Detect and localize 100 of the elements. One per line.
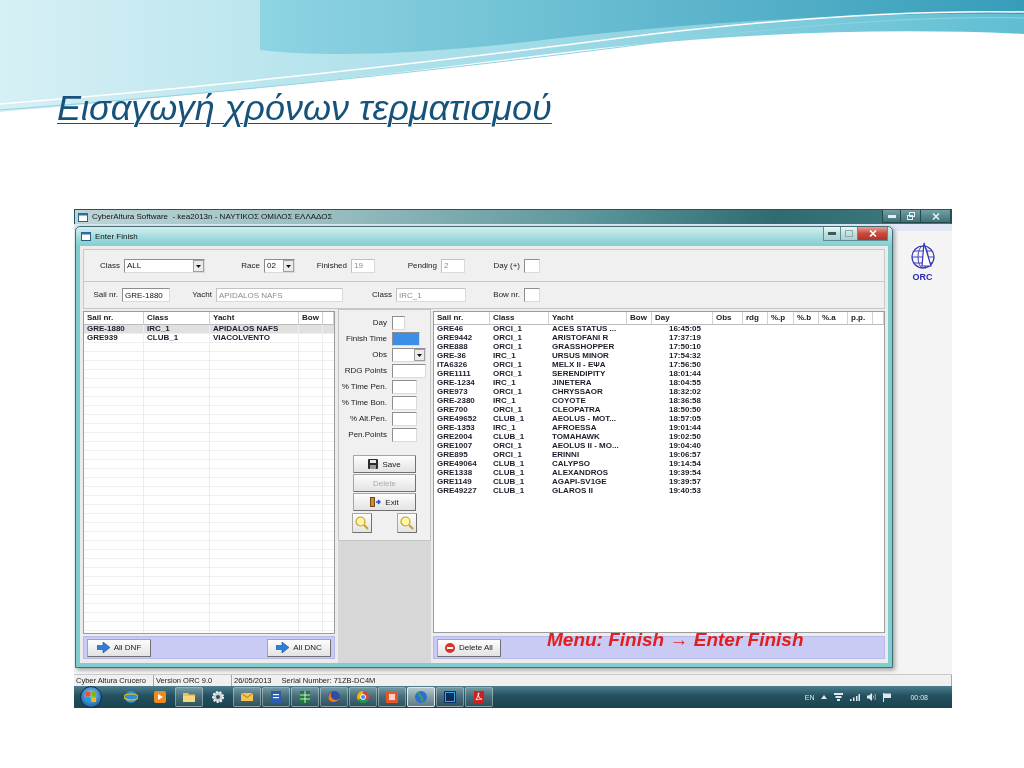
table-cell-text: AGAPI-SV1GE [551, 478, 608, 486]
table-cell: IRC_1 [144, 325, 210, 333]
table-cell-text: 19:39:57 [667, 478, 702, 486]
speaker-icon[interactable] [867, 693, 877, 701]
table-cell-text: ITA6326 [436, 361, 469, 369]
table-cell-text: GRE49652 [436, 415, 478, 423]
table-cell-text: GRE1007 [436, 442, 474, 450]
input-field[interactable] [392, 428, 417, 442]
field-label: RDG Points [344, 366, 387, 376]
delete-all-button[interactable]: Delete All [437, 638, 501, 657]
table-cell-text: GLAROS II [551, 487, 594, 495]
field-label: % Alt.Pen. [350, 414, 387, 424]
table-cell-text: GRE895 [436, 451, 469, 459]
column-header: Day [652, 312, 713, 325]
table-cell-text: GRE-1353 [436, 424, 476, 432]
arrow-icon [96, 642, 110, 653]
input-field[interactable] [392, 332, 420, 346]
action-button[interactable]: Exit [353, 493, 416, 511]
dialog-title: Enter Finish [95, 232, 138, 241]
input-field[interactable] [392, 364, 426, 378]
action-button[interactable]: All DNC [267, 638, 331, 657]
arrow-icon [276, 642, 290, 653]
table-cell-text: GRE1338 [436, 469, 474, 477]
table-cell-text: AFROESSA [551, 424, 598, 432]
table-cell-text: CLUB_1 [492, 433, 526, 441]
magnifier-button[interactable] [397, 513, 417, 533]
table-cell-text: TOMAHAWK [551, 433, 601, 441]
action-button[interactable]: Save [353, 455, 416, 473]
tile-icon [385, 690, 399, 704]
table-cell-text: 17:54:32 [667, 352, 702, 360]
signal-icon[interactable] [850, 693, 861, 701]
table-cell-text: 19:02:50 [667, 433, 702, 441]
close-icon [868, 230, 877, 237]
input-field[interactable] [524, 288, 540, 302]
table-cell-text: CLEOPATRA [551, 406, 602, 414]
column-header: rdg [743, 312, 768, 325]
column-header: Sail nr. [434, 312, 490, 325]
table-cell-text: CLUB_1 [492, 469, 526, 477]
window-title: CyberAltura Software - kea2013n - ΝΑΥΤΙΚΟΣ ΟΜΙΛΟΣ ΕΛΛΑΔΟΣ [92, 212, 333, 222]
table-cell-text: GRE-2380 [436, 397, 476, 405]
input-field[interactable] [392, 412, 417, 426]
table-cell: GRE939 [84, 334, 144, 342]
start-button[interactable] [77, 686, 105, 708]
play-icon [153, 690, 167, 704]
readonly-field: IRC_1 [396, 288, 466, 302]
table-cell-text: COYOTE [551, 397, 587, 405]
table-cell-text: GRE888 [436, 343, 469, 351]
flag-icon[interactable] [883, 692, 892, 702]
logo-text: ORC [912, 272, 933, 282]
field-label: Sail nr. [93, 290, 118, 300]
table-cell-text: 18:32:02 [667, 388, 702, 396]
input-field[interactable]: GRE-1880 [122, 288, 170, 302]
taskbar-button[interactable] [349, 687, 377, 707]
arrow-up-icon[interactable] [821, 695, 828, 699]
restore-button[interactable] [900, 210, 921, 223]
network-icon[interactable] [834, 693, 844, 701]
table-cell-text: ORCI_1 [492, 361, 523, 369]
input-field[interactable] [392, 396, 417, 410]
table-cell-text: ORCI_1 [492, 325, 523, 333]
dropdown-field[interactable] [392, 348, 426, 362]
input-field[interactable] [392, 316, 405, 330]
table-cell-text: ORCI_1 [492, 406, 523, 414]
table-cell-text: ALEXANDROS [551, 469, 609, 477]
taskbar-button[interactable] [436, 687, 464, 707]
field-label: Pending [407, 260, 437, 271]
minimize-icon [828, 232, 836, 235]
column-header: Class [144, 312, 210, 325]
document-icon [472, 690, 486, 704]
table-cell-text: ERINNI [551, 451, 581, 459]
table-cell-text: AEOLUS II - MO... [551, 442, 620, 450]
table-cell-text: CHRYSSAOR [551, 388, 604, 396]
table-cell-text: IRC_1 [492, 397, 517, 405]
field-label: % Time Bon. [341, 398, 387, 408]
table-cell: GRE-1880 [84, 325, 144, 333]
field-label: Yacht [192, 290, 212, 300]
action-button[interactable]: All DNF [87, 638, 151, 657]
magnifier-button[interactable] [352, 513, 372, 533]
close-button[interactable] [920, 210, 951, 223]
document-icon [269, 690, 283, 704]
table-cell-text: ARISTOFANI R [551, 334, 610, 342]
dropdown-field[interactable]: 02 [264, 258, 295, 273]
dropdown-field[interactable]: ALL [124, 258, 205, 273]
table-cell-text: 19:06:57 [667, 451, 702, 459]
table-cell-text: IRC_1 [492, 424, 517, 432]
readonly-field: 19 [351, 258, 375, 273]
close-button[interactable] [857, 227, 888, 241]
column-header: Yacht [549, 312, 627, 325]
maximize-button[interactable] [840, 227, 858, 241]
taskbar-button[interactable] [175, 687, 203, 707]
input-field[interactable] [524, 258, 540, 273]
folder-icon [182, 690, 196, 704]
field-label: Day (+) [493, 260, 520, 271]
taskbar-button[interactable] [378, 687, 406, 707]
table-cell-text: 18:50:50 [667, 406, 702, 414]
taskbar-button[interactable] [465, 687, 493, 707]
input-field[interactable] [392, 380, 417, 394]
taskbar-button[interactable] [407, 687, 435, 707]
taskbar-button[interactable] [262, 687, 290, 707]
minimize-button[interactable] [823, 227, 841, 241]
taskbar-button[interactable] [233, 687, 261, 707]
